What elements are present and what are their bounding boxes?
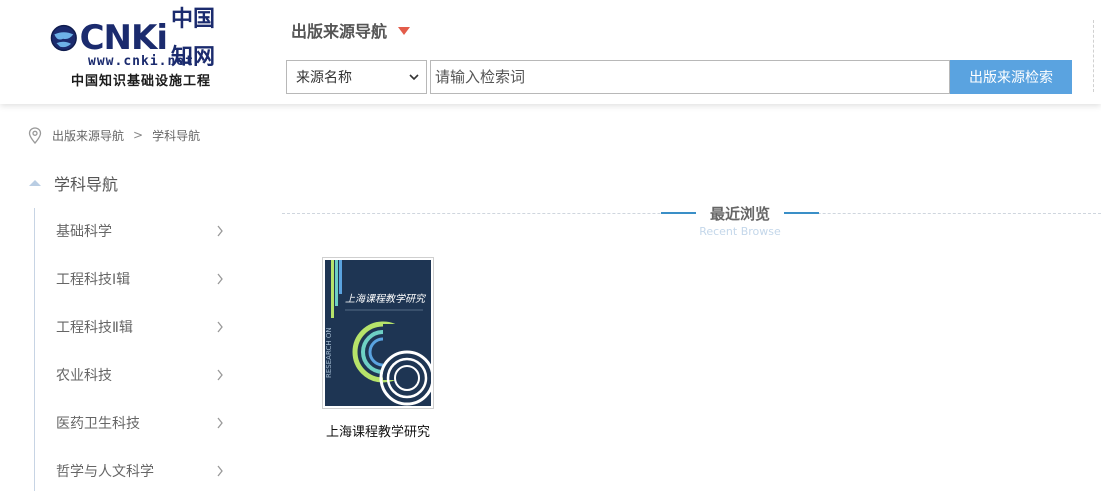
cover-side-text: RESEARCH ON: [325, 327, 333, 378]
recent-browse-title: 最近浏览: [695, 202, 784, 224]
source-nav-title: 出版来源导航: [291, 22, 388, 41]
subject-nav-title: 学科导航: [54, 175, 119, 194]
sidebar-item-label: 工程科技Ⅱ辑: [56, 320, 133, 336]
chevron-right-icon: [217, 225, 223, 237]
sidebar-item-engineering-2[interactable]: 工程科技Ⅱ辑: [35, 303, 230, 351]
breadcrumb-separator: >: [133, 128, 144, 142]
chevron-right-icon: [217, 465, 223, 477]
title-line-right: [784, 212, 819, 214]
breadcrumb-item-source-nav[interactable]: 出版来源导航: [52, 127, 124, 144]
caret-up-icon: [29, 180, 41, 186]
search-field-select-value: 来源名称: [296, 70, 352, 86]
breadcrumb: 出版来源导航 > 学科导航: [28, 126, 200, 144]
sidebar-item-label: 医药卫生科技: [56, 416, 140, 432]
globe-icon: [50, 24, 77, 52]
sidebar-item-medicine[interactable]: 医药卫生科技: [35, 399, 230, 447]
logo-url: www.cnki.net: [88, 54, 194, 69]
cover-title: 上海课程教学研究: [345, 293, 427, 305]
logo-subtitle: 中国知识基础设施工程: [70, 74, 211, 89]
sidebar-list: 基础科学 工程科技Ⅰ辑 工程科技Ⅱ辑 农业科技 医药卫生科技 哲学与人文科学: [35, 207, 230, 495]
chevron-down-icon: [409, 74, 419, 81]
search-field-select[interactable]: 来源名称: [286, 60, 427, 94]
recent-browse-subtitle: Recent Browse: [699, 225, 781, 238]
recent-browse-header: 最近浏览: [654, 202, 826, 224]
breadcrumb-item-subject-nav[interactable]: 学科导航: [152, 127, 200, 144]
sidebar-item-label: 工程科技Ⅰ辑: [56, 272, 131, 288]
chevron-right-icon: [217, 321, 223, 333]
cnki-logo[interactable]: CNKi 中国知网 www.cnki.net 中国知识基础设施工程: [50, 6, 235, 89]
sidebar-item-basic-science[interactable]: 基础科学: [35, 207, 230, 255]
chevron-right-icon: [217, 417, 223, 429]
journal-title[interactable]: 上海课程教学研究: [312, 421, 444, 440]
logo-brand-text: CNKi: [79, 18, 168, 58]
sidebar-item-label: 哲学与人文科学: [56, 464, 154, 480]
logo-brand: CNKi 中国知网: [50, 6, 235, 70]
search-button[interactable]: 出版来源检索: [950, 60, 1072, 94]
chevron-right-icon: [217, 369, 223, 381]
header-divider: [1093, 20, 1094, 92]
journal-cover[interactable]: 上海课程教学研究 RESEARCH ON: [322, 257, 434, 409]
location-pin-icon: [28, 126, 42, 144]
title-line-left: [660, 212, 696, 214]
chevron-right-icon: [217, 273, 223, 285]
journal-cover-image: 上海课程教学研究 RESEARCH ON: [325, 260, 431, 406]
header: CNKi 中国知网 www.cnki.net 中国知识基础设施工程 出版来源导航…: [0, 0, 1101, 104]
search-input[interactable]: [430, 60, 950, 94]
sidebar-item-label: 农业科技: [56, 368, 112, 384]
sidebar-item-agriculture[interactable]: 农业科技: [35, 351, 230, 399]
sidebar-item-humanities[interactable]: 哲学与人文科学: [35, 447, 230, 495]
sidebar-item-label: 基础科学: [56, 224, 112, 240]
subject-nav-heading[interactable]: 学科导航: [28, 171, 118, 195]
triangle-down-icon: [398, 27, 411, 35]
sidebar-item-engineering-1[interactable]: 工程科技Ⅰ辑: [35, 255, 230, 303]
source-nav-dropdown[interactable]: 出版来源导航: [291, 18, 411, 42]
